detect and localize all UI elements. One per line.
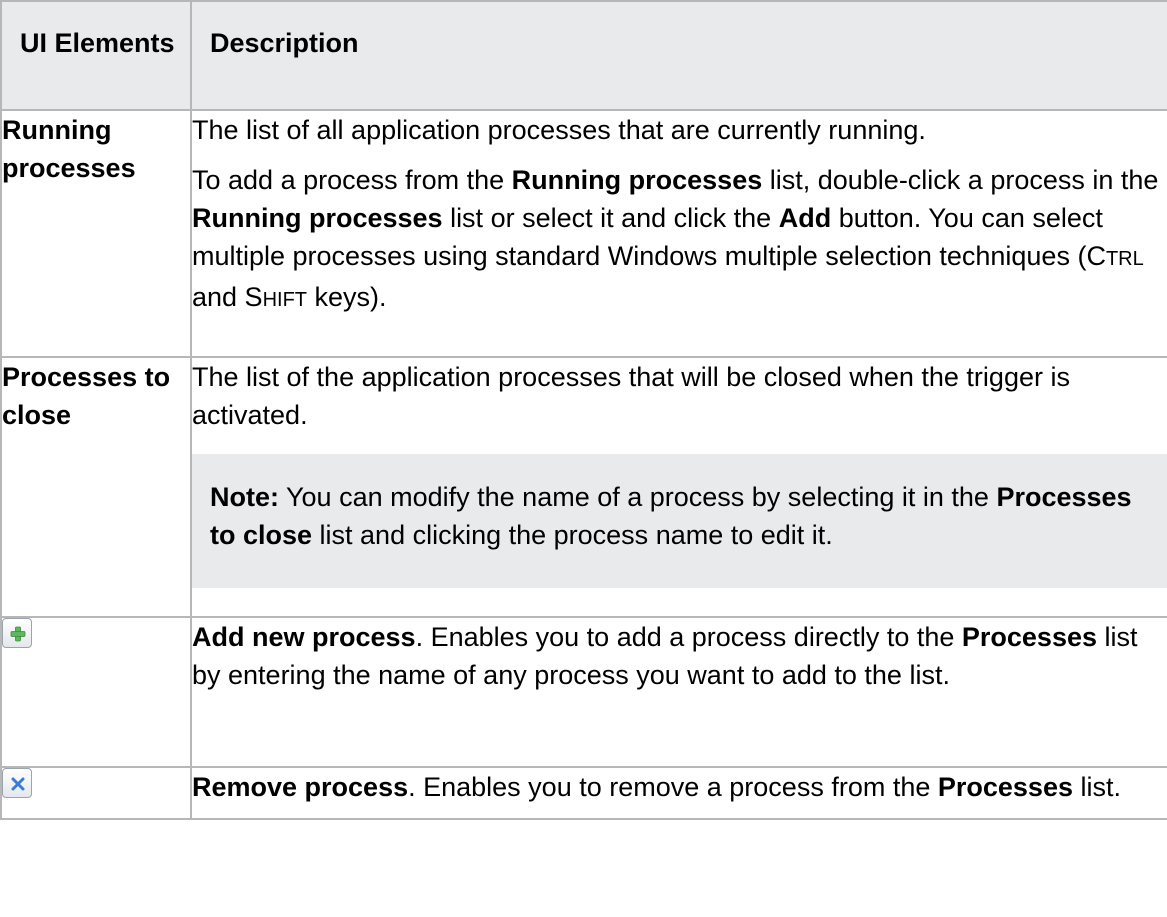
header-description: Description xyxy=(190,0,1167,111)
note-text: Note: You can modify the name of a proce… xyxy=(210,482,1132,550)
table-row: Add new process. Enables you to add a pr… xyxy=(0,617,1167,768)
table-header-row: UI Elements Description xyxy=(0,0,1167,111)
description-text: The list of all application processes th… xyxy=(192,115,926,145)
description-text: Remove process. Enables you to remove a … xyxy=(192,772,1121,802)
header-ui-elements: UI Elements xyxy=(0,0,191,111)
row-description-running-processes: The list of all application processes th… xyxy=(190,110,1167,358)
table-row: Remove process. Enables you to remove a … xyxy=(0,767,1167,820)
ui-elements-table: UI Elements Description Running processe… xyxy=(0,0,1167,820)
table-row: Processes to close The list of the appli… xyxy=(0,357,1167,618)
description-text: The list of the application processes th… xyxy=(192,362,1070,430)
add-icon xyxy=(2,618,32,648)
row-label-running-processes: Running processes xyxy=(0,110,191,358)
row-description-remove-process: Remove process. Enables you to remove a … xyxy=(190,767,1167,820)
description-text: To add a process from the Running proces… xyxy=(192,165,1159,312)
row-description-processes-to-close: The list of the application processes th… xyxy=(190,357,1167,618)
remove-icon xyxy=(2,768,32,798)
row-icon-cell xyxy=(0,617,191,768)
description-text: Add new process. Enables you to add a pr… xyxy=(192,622,1138,690)
note-box: Note: You can modify the name of a proce… xyxy=(192,454,1167,588)
row-description-add-new-process: Add new process. Enables you to add a pr… xyxy=(190,617,1167,768)
row-label-processes-to-close: Processes to close xyxy=(0,357,191,618)
table-row: Running processes The list of all applic… xyxy=(0,110,1167,358)
row-icon-cell xyxy=(0,767,191,820)
